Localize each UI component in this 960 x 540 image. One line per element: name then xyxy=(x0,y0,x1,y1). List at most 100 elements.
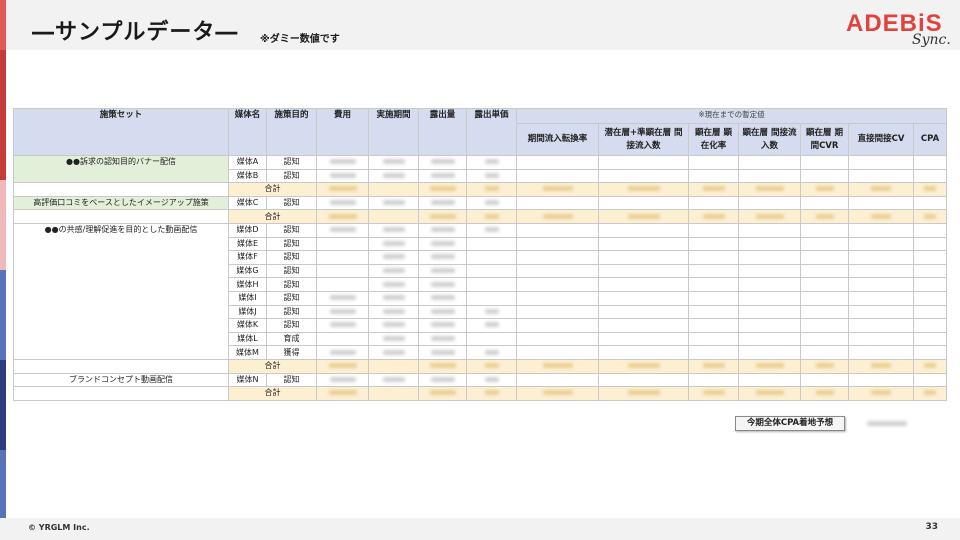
redacted-cell xyxy=(848,318,914,333)
redacted-cell xyxy=(418,277,467,292)
redacted-cell xyxy=(516,236,599,252)
redacted-cell xyxy=(738,222,801,238)
redacted-value xyxy=(382,254,405,260)
redacted-cell xyxy=(800,222,849,238)
redacted-cell xyxy=(598,304,689,320)
redacted-cell xyxy=(912,236,948,252)
redacted-cell xyxy=(848,304,914,320)
media-name: 媒体K xyxy=(228,318,267,333)
redacted-cell xyxy=(466,345,517,360)
table-row: ●●訴求の認知目的バナー配信 媒体A 認知 xyxy=(13,154,948,184)
slide-header: ―サンプルデータ― ※ダミー数値です ADEBiS Sync. xyxy=(6,0,960,50)
table-row: ブランドコンセプト動画配信 媒体N 認知 xyxy=(13,372,948,388)
redacted-cell xyxy=(368,277,419,292)
redacted-cell xyxy=(368,155,419,170)
redacted-cell xyxy=(368,168,419,184)
redacted-cell xyxy=(688,263,739,279)
redacted-cell xyxy=(516,318,599,333)
media-name: 媒体B xyxy=(228,168,267,184)
redacted-cell xyxy=(598,263,689,279)
redacted-cell xyxy=(418,155,467,170)
col-manifest-indirect: 顕在層 間接流入数 xyxy=(738,123,801,156)
dummy-note: ※ダミー数値です xyxy=(260,34,340,45)
redacted-value xyxy=(382,308,405,314)
redacted-cell xyxy=(316,263,369,279)
redacted-cell xyxy=(418,263,467,279)
redacted-value xyxy=(484,186,499,192)
redacted-cell xyxy=(466,358,517,374)
purpose: 認知 xyxy=(266,222,317,238)
redacted-value xyxy=(484,363,499,369)
redacted-cell xyxy=(598,277,689,292)
redacted-cell xyxy=(848,236,914,252)
redacted-value xyxy=(329,349,356,355)
redacted-value xyxy=(484,200,499,206)
redacted-value xyxy=(484,172,499,178)
media-name: 媒体D xyxy=(228,222,267,238)
campaign-set-name: ●●の共感/理解促進を目的とした動画配信 xyxy=(13,222,229,360)
redacted-cell xyxy=(368,331,419,347)
redacted-cell xyxy=(466,195,517,211)
redacted-cell xyxy=(418,304,467,320)
redacted-value xyxy=(328,186,357,192)
col-unit-price: 露出単価 xyxy=(466,108,517,156)
redacted-cell xyxy=(738,236,801,252)
redacted-cell xyxy=(466,331,517,347)
purpose: 育成 xyxy=(266,331,317,347)
redacted-cell xyxy=(598,222,689,238)
redacted-cell xyxy=(466,182,517,197)
logo-sub-text: Sync. xyxy=(912,32,951,48)
redacted-value xyxy=(542,186,573,192)
redacted-value xyxy=(329,376,356,382)
redacted-value xyxy=(382,172,405,178)
redacted-cell xyxy=(738,304,801,320)
redacted-cell xyxy=(800,182,849,197)
redacted-value xyxy=(871,186,891,192)
redacted-cell xyxy=(800,372,849,388)
redacted-value xyxy=(924,363,937,369)
redacted-cell xyxy=(848,168,914,184)
campaign-set-name: 高評価口コミをベースとしたイメージアップ施策 xyxy=(13,195,229,211)
redacted-cell xyxy=(800,263,849,279)
redacted-value xyxy=(329,200,356,206)
redacted-value xyxy=(702,186,725,192)
redacted-cell xyxy=(316,290,369,306)
subtotal-label: 合計 xyxy=(228,358,317,374)
redacted-cell xyxy=(848,182,914,197)
redacted-cell xyxy=(466,155,517,170)
col-cpa: CPA xyxy=(912,123,948,156)
redacted-cell xyxy=(418,372,467,388)
media-name: 媒体J xyxy=(228,304,267,320)
redacted-value xyxy=(430,322,455,328)
redacted-cell xyxy=(688,155,739,170)
redacted-cell xyxy=(466,386,517,401)
redacted-cell xyxy=(466,304,517,320)
redacted-cell xyxy=(368,386,419,401)
redacted-cell xyxy=(800,290,849,306)
redacted-value xyxy=(329,308,356,314)
subtotal-spacer xyxy=(13,182,229,197)
redacted-value xyxy=(430,376,455,382)
col-manifest-cvr: 顕在層 期間CVR xyxy=(800,123,849,156)
col-latent-indirect: 潜在層+準顕在層 間接流入数 xyxy=(598,123,689,156)
redacted-cell xyxy=(316,182,369,197)
redacted-value xyxy=(382,376,405,382)
redacted-cell xyxy=(800,155,849,170)
redacted-cell xyxy=(738,372,801,388)
redacted-cell xyxy=(516,250,599,265)
col-manifest-rate-label: 顕在層 顕在化率 xyxy=(695,127,732,151)
redacted-value xyxy=(430,227,455,233)
slide-footer: © YRGLM Inc. 33 xyxy=(0,518,960,540)
redacted-cell xyxy=(738,168,801,184)
redacted-cell xyxy=(688,195,739,211)
redacted-cell xyxy=(368,263,419,279)
cpa-forecast-label: 今期全体CPA着地予想 xyxy=(735,416,845,431)
purpose: 認知 xyxy=(266,318,317,333)
redacted-cell xyxy=(418,345,467,360)
redacted-cell xyxy=(848,345,914,360)
redacted-value xyxy=(329,322,356,328)
redacted-cell xyxy=(418,209,467,224)
col-latent-indirect-label: 潜在層+準顕在層 間接流入数 xyxy=(604,127,683,151)
redacted-cell xyxy=(516,195,599,211)
redacted-cell xyxy=(912,372,948,388)
